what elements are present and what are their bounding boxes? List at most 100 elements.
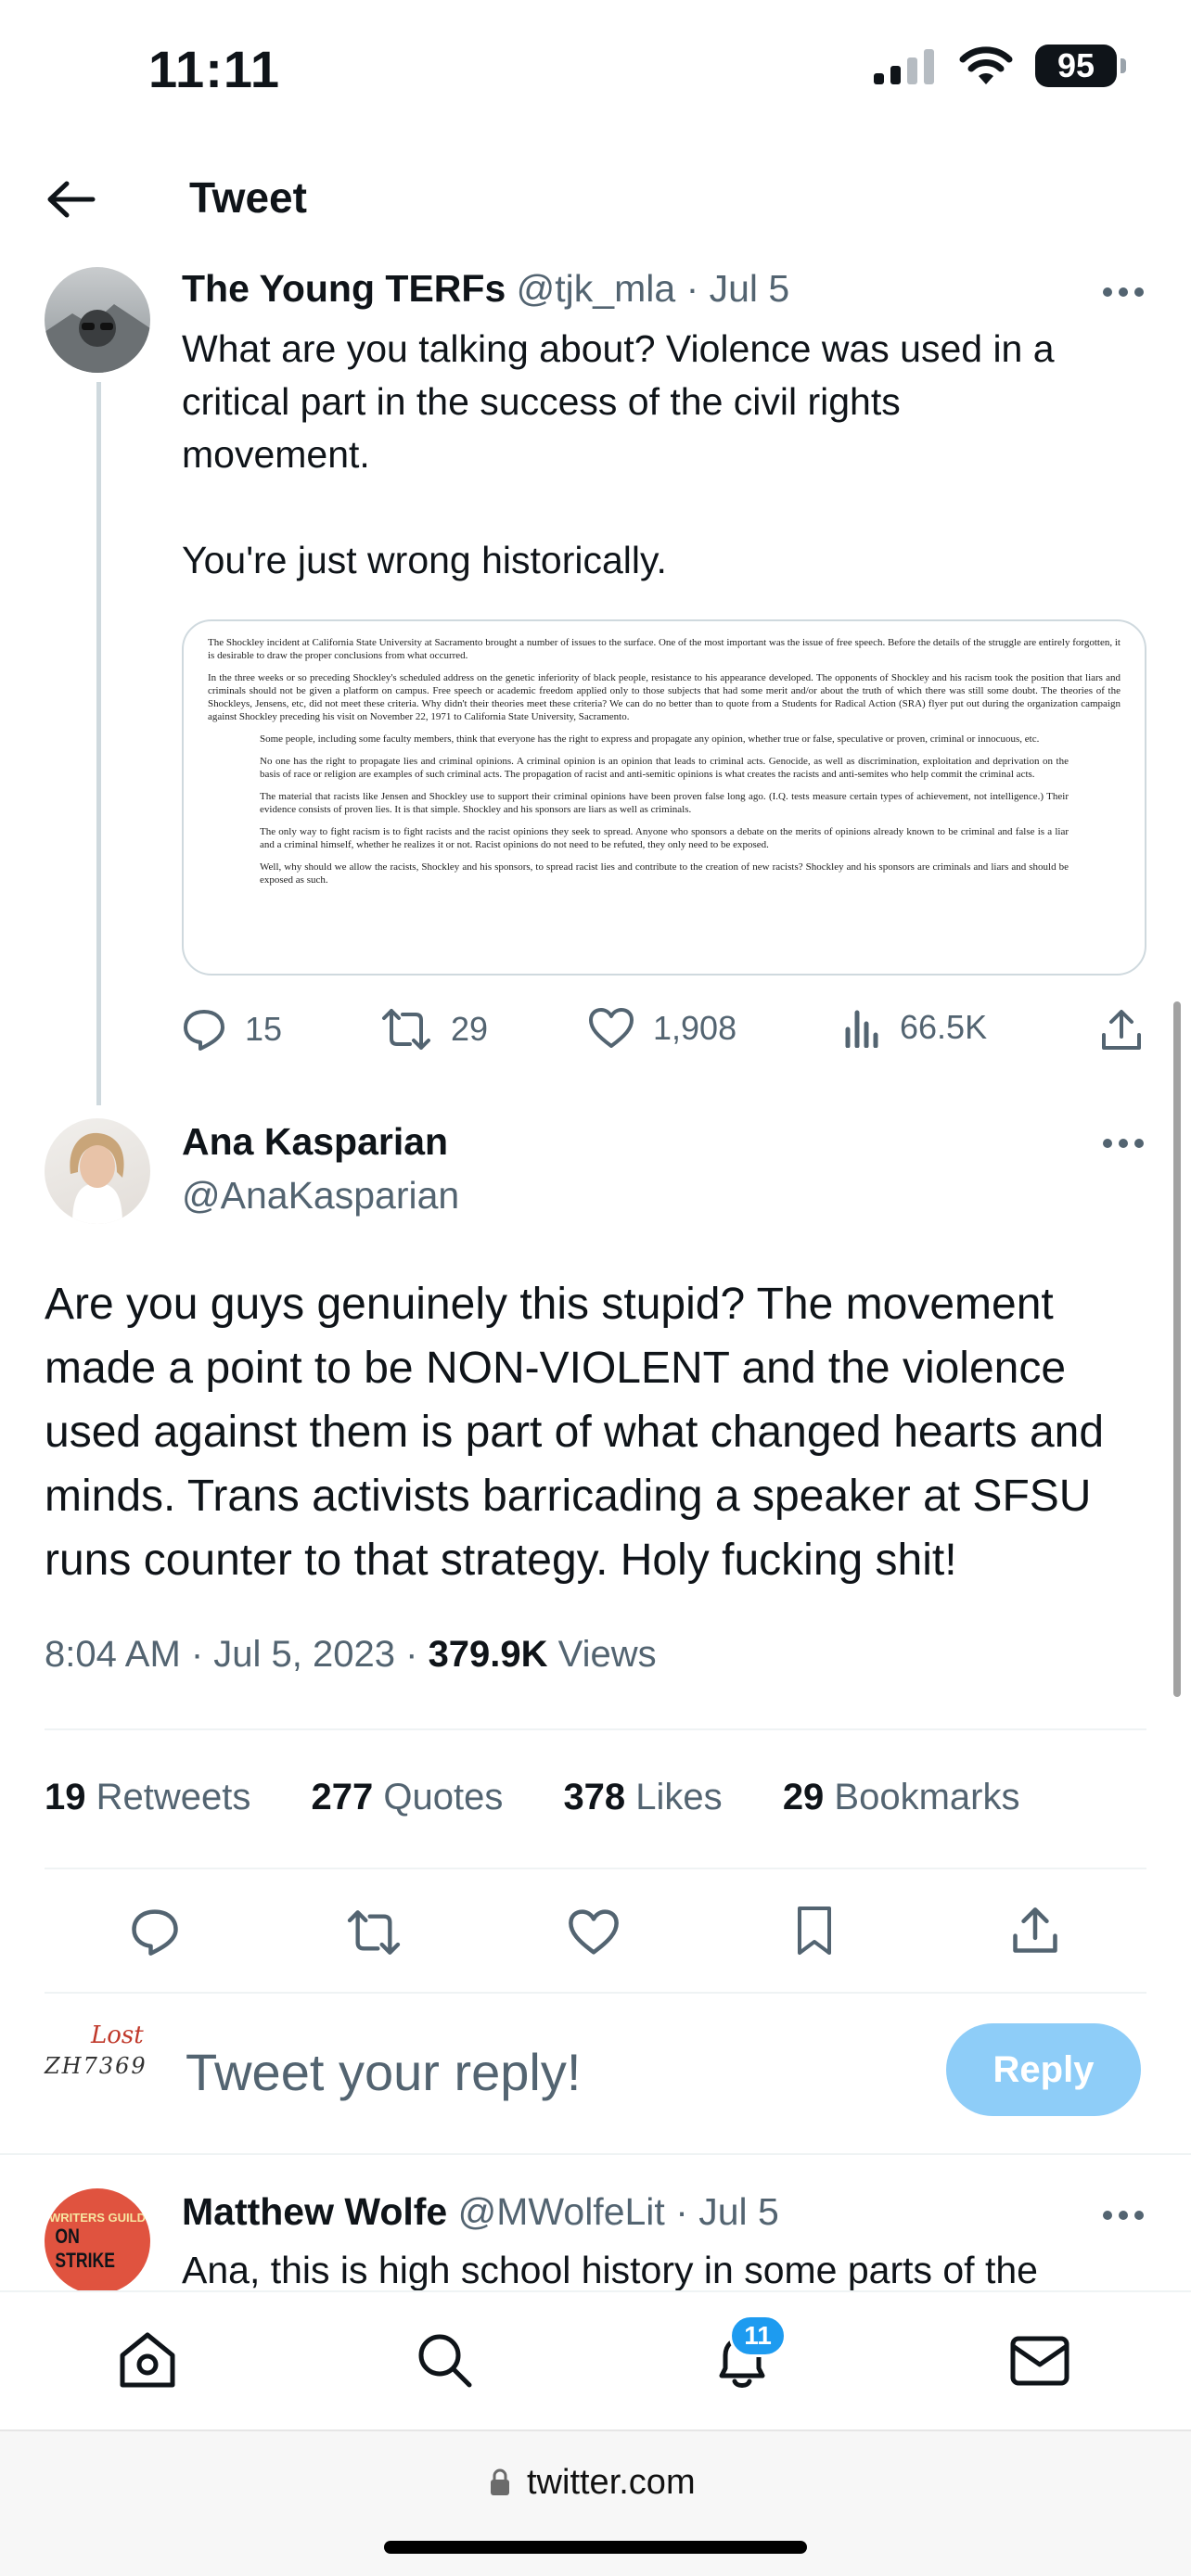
tweet-text-line: made a point to be NON-VIOLENT and the v… bbox=[45, 1344, 1067, 1393]
tweet-text-line: critical part in the success of the civi… bbox=[182, 380, 901, 423]
author-name[interactable]: Matthew Wolfe bbox=[182, 2190, 447, 2233]
top-bar bbox=[0, 130, 1191, 269]
views-label: Views bbox=[547, 1634, 657, 1675]
quotes-label: Quotes bbox=[373, 1777, 504, 1817]
tweet-text-line: You're just wrong historically. bbox=[182, 539, 667, 581]
retweet-icon[interactable] bbox=[345, 1908, 403, 1957]
retweets-label: Retweets bbox=[85, 1777, 251, 1817]
tweet-text-line: Are you guys genuinely this stupid? The … bbox=[45, 1280, 1054, 1329]
tweet-text-line: minds. Trans activists barricading a spe… bbox=[45, 1472, 1092, 1521]
share-icon[interactable] bbox=[1100, 1009, 1143, 1052]
reply-count: 15 bbox=[245, 1010, 283, 1048]
lock-icon bbox=[491, 2468, 509, 2495]
messages-icon[interactable] bbox=[1009, 2335, 1070, 2387]
avatar-text-top: Lost bbox=[91, 2021, 144, 2049]
divider bbox=[45, 1868, 1146, 1869]
avatar[interactable] bbox=[45, 267, 150, 373]
avatar-photo-icon bbox=[70, 1132, 124, 1224]
author-handle[interactable]: @MWolfeLit bbox=[458, 2190, 665, 2233]
quotes-stat[interactable]: 277 Quotes bbox=[311, 1777, 503, 1817]
author-name[interactable]: Ana Kasparian bbox=[182, 1120, 448, 1164]
avatar-text-bottom: ZH7369 bbox=[45, 2053, 147, 2079]
document-paragraph: In the three weeks or so preceding Shock… bbox=[208, 672, 1121, 722]
reply-icon[interactable] bbox=[130, 1906, 180, 1957]
quotes-count: 277 bbox=[311, 1777, 374, 1817]
divider bbox=[45, 1728, 1146, 1730]
avatar[interactable] bbox=[45, 1118, 150, 1224]
tweet-meta: 8:04 AM · Jul 5, 2023 · 379.9K Views bbox=[45, 1634, 657, 1676]
home-indicator bbox=[384, 2541, 807, 2554]
heart-icon bbox=[589, 1008, 634, 1048]
heart-icon[interactable] bbox=[568, 1908, 620, 1957]
document-paragraph: The Shockley incident at California Stat… bbox=[208, 637, 1121, 661]
divider bbox=[45, 1992, 1146, 1994]
views-count: 66.5K bbox=[900, 1008, 988, 1046]
home-icon[interactable] bbox=[117, 2329, 178, 2391]
author-name[interactable]: The Young TERFs bbox=[182, 267, 506, 310]
bookmarks-count: 29 bbox=[782, 1777, 825, 1817]
tweet-text: What are you talking about? Violence was… bbox=[182, 323, 1165, 587]
avatar-photo-icon bbox=[45, 304, 150, 373]
bookmark-icon[interactable] bbox=[794, 1905, 835, 1957]
tweet-text-spacer bbox=[182, 481, 1165, 534]
engagement-stats: 19 Retweets 277 Quotes 378 Likes 29 Book… bbox=[45, 1777, 1019, 1818]
document-paragraph: The material that racists like Jensen an… bbox=[260, 791, 1069, 815]
tweet-text-line: used against them is part of what change… bbox=[45, 1408, 1105, 1457]
document-paragraph: Some people, including some faculty memb… bbox=[260, 733, 1040, 745]
status-time: 11:11 bbox=[148, 40, 281, 98]
browser-url-bar[interactable] bbox=[0, 2429, 1191, 2576]
bookmarks-label: Bookmarks bbox=[824, 1777, 1020, 1817]
views-action[interactable]: 66.5K bbox=[844, 1007, 987, 1048]
analytics-icon bbox=[845, 1010, 878, 1048]
like-count: 1,908 bbox=[653, 1009, 737, 1047]
retweet-count: 29 bbox=[451, 1010, 489, 1048]
tweet-text: Ana, this is high school history in some… bbox=[182, 2249, 1038, 2291]
document-paragraph: The only way to fight racism is to fight… bbox=[260, 826, 1069, 850]
author-handle[interactable]: @tjk_mla bbox=[517, 267, 676, 310]
battery-indicator: 95 bbox=[1035, 45, 1126, 87]
more-options-icon[interactable] bbox=[1103, 1139, 1144, 1150]
tweet-header: Matthew Wolfe @MWolfeLit · Jul 5 bbox=[182, 2190, 779, 2234]
avatar[interactable]: WRITERS GUILD ON STRIKE bbox=[45, 2188, 150, 2294]
like-action[interactable]: 1,908 bbox=[588, 1007, 736, 1050]
document-paragraph: No one has the right to propagate lies a… bbox=[260, 756, 1069, 780]
retweets-count: 19 bbox=[45, 1777, 86, 1817]
tweet-header: The Young TERFs @tjk_mla · Jul 5 bbox=[182, 267, 789, 311]
back-arrow-icon[interactable] bbox=[45, 176, 96, 223]
share-icon[interactable] bbox=[1011, 1906, 1059, 1955]
tweet-timestamp[interactable]: 8:04 AM · Jul 5, 2023 · bbox=[45, 1634, 429, 1675]
avatar-label: ON STRIKE bbox=[55, 2224, 115, 2272]
search-icon[interactable] bbox=[414, 2329, 475, 2391]
likes-stat[interactable]: 378 Likes bbox=[563, 1777, 722, 1817]
reply-action[interactable]: 15 bbox=[182, 1007, 282, 1052]
likes-label: Likes bbox=[625, 1777, 723, 1817]
bookmarks-stat[interactable]: 29 Bookmarks bbox=[783, 1777, 1020, 1817]
retweet-action[interactable]: 29 bbox=[380, 1007, 488, 1052]
attached-image-document[interactable]: The Shockley incident at California Stat… bbox=[182, 619, 1146, 976]
more-options-icon[interactable] bbox=[1103, 2211, 1144, 2222]
likes-count: 378 bbox=[563, 1777, 626, 1817]
signal-icon bbox=[874, 49, 934, 84]
tweet-date[interactable]: · Jul 5 bbox=[686, 267, 790, 310]
avatar-label: WRITERS GUILD bbox=[49, 2210, 146, 2225]
tweet-date[interactable]: · Jul 5 bbox=[675, 2190, 779, 2233]
notifications-badge: 11 bbox=[729, 2315, 787, 2357]
status-icons: 95 bbox=[872, 45, 1126, 87]
reply-button[interactable]: Reply bbox=[946, 2023, 1141, 2116]
reply-input[interactable]: Tweet your reply! bbox=[186, 2042, 581, 2102]
user-avatar[interactable]: Lost ZH7369 bbox=[45, 2021, 150, 2114]
reply-icon bbox=[184, 1010, 224, 1051]
views-count: 379.9K bbox=[428, 1634, 548, 1675]
tweet-text-line: What are you talking about? Violence was… bbox=[182, 327, 1055, 370]
author-handle[interactable]: @AnaKasparian bbox=[182, 1174, 459, 1218]
url-domain[interactable]: twitter.com bbox=[527, 2463, 696, 2503]
divider bbox=[0, 2153, 1191, 2155]
main-tweet-text: Are you guys genuinely this stupid? The … bbox=[45, 1272, 1176, 1592]
thread-line bbox=[96, 382, 101, 1105]
tweet-text-line: runs counter to that strategy. Holy fuck… bbox=[45, 1536, 957, 1585]
retweets-stat[interactable]: 19 Retweets bbox=[45, 1777, 250, 1817]
scrollbar[interactable] bbox=[1173, 1001, 1181, 1697]
page-title: Tweet bbox=[189, 173, 307, 222]
more-options-icon[interactable] bbox=[1103, 287, 1144, 299]
retweet-icon bbox=[382, 1009, 430, 1050]
